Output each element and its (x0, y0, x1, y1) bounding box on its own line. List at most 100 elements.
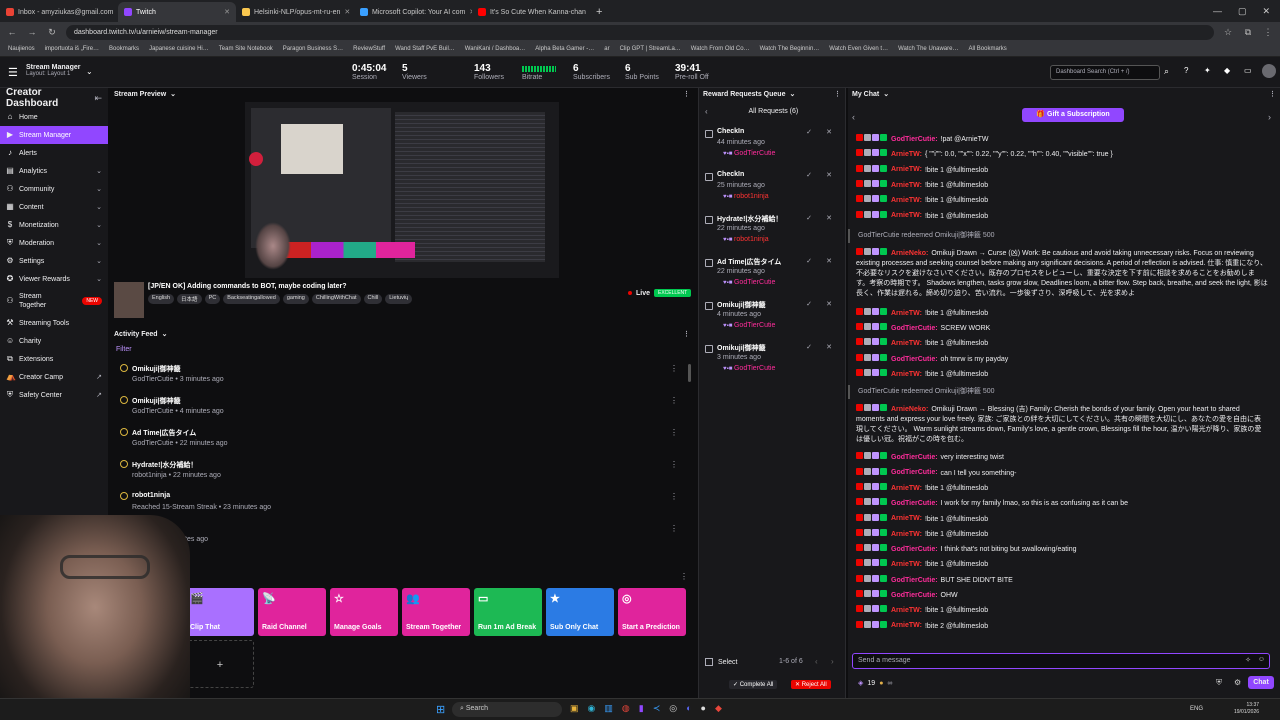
chat-message[interactable]: ArnieTW: !bite 1 @fulltimeslob (856, 164, 1268, 176)
sidebar-item-viewer-rewards[interactable]: ✪ Viewer Rewards ⌄ (0, 270, 108, 288)
activity-item[interactable]: Ad Time|広告タイム GodTierCutie • 22 minutes a… (118, 426, 678, 456)
request-checkbox[interactable] (705, 345, 713, 353)
chat-username[interactable]: GodTierCutie: (891, 136, 938, 143)
chat-username[interactable]: GodTierCutie: (891, 469, 938, 476)
chat-username[interactable]: ArnieTW: (891, 212, 922, 219)
filter-link[interactable]: Filter (116, 346, 132, 353)
chevron-left-icon[interactable]: ‹ (852, 112, 855, 122)
chat-message[interactable]: GodTierCutie: I think that's not biting b… (856, 544, 1268, 555)
stat-subscribers[interactable]: 6 Subscribers (573, 63, 610, 81)
close-window-icon[interactable]: ✕ (1262, 6, 1270, 17)
complete-all-button[interactable]: ✓ Complete All (729, 680, 778, 689)
chat-username[interactable]: ArnieNeko: (891, 250, 928, 257)
quick-action-manage-goals[interactable]: ☆ Manage Goals (330, 588, 398, 636)
sidebar-item-community[interactable]: ⚇ Community ⌄ (0, 180, 108, 198)
chat-username[interactable]: ArnieTW: (891, 607, 922, 614)
chat-username[interactable]: ArnieTW: (891, 515, 922, 522)
chevron-down-icon[interactable]: ⌄ (789, 90, 795, 98)
omikuji-message[interactable]: ArnieNeko: Omikuji Drawn → Blessing (吉) F… (856, 404, 1268, 445)
omikuji-message[interactable]: ArnieNeko: Omikuji Drawn → Curse (凶) Work… (856, 247, 1268, 299)
chat-message[interactable]: GodTierCutie: very interesting twist (856, 452, 1268, 463)
chat-message[interactable]: ArnieTW: !bite 1 @fulltimeslob (856, 210, 1268, 222)
discord-icon[interactable]: ◐ (686, 703, 691, 714)
request-checkbox[interactable] (705, 130, 713, 138)
collapse-icon[interactable]: ⇤ (94, 93, 102, 104)
quick-action-raid-channel[interactable]: 📡 Raid Channel (258, 588, 326, 636)
bookmark-item[interactable]: Watch The Beginnin… (760, 46, 820, 52)
sidebar-item-extensions[interactable]: ⧉ Extensions (0, 350, 108, 368)
tag[interactable]: Chill (363, 294, 383, 304)
bookmark-item[interactable]: Wand Staff PvE Buil… (395, 46, 455, 52)
chat-message[interactable]: ArnieTW: !bite 1 @fulltimeslob (856, 195, 1268, 206)
chat-message[interactable]: GodTierCutie: oh tmrw is my payday (856, 353, 1268, 365)
hamburger-icon[interactable]: ☰ (8, 66, 18, 79)
chat-username[interactable]: ArnieNeko: (891, 406, 928, 413)
chat-message[interactable]: GodTierCutie: SCREW WORK (856, 323, 1268, 334)
channel-points[interactable]: ◈ 19 ● ∞ (858, 679, 892, 688)
request-checkbox[interactable] (705, 216, 713, 224)
request-checkbox[interactable] (705, 259, 713, 267)
help-icon[interactable]: ? (1184, 66, 1188, 75)
store-icon[interactable]: ▥ (604, 703, 613, 714)
more-icon[interactable]: ⋮ (670, 492, 678, 501)
bookmark-item[interactable]: Naujienos (8, 46, 35, 52)
stat-bitrate[interactable]: Bitrate (522, 63, 556, 81)
activity-item[interactable]: Hydrate!|水分補給！ robot1ninja • 22 minutes a… (118, 458, 678, 488)
tag[interactable]: ChillingWithChat (311, 294, 361, 304)
close-icon[interactable]: ✕ (823, 256, 835, 268)
chat-username[interactable]: ArnieTW: (891, 340, 922, 347)
media-icon[interactable]: ◆ (715, 703, 722, 714)
stat-followers[interactable]: 143 Followers (474, 63, 504, 81)
menu-icon[interactable]: ⋮ (1262, 27, 1274, 38)
stat-viewers[interactable]: 5 Viewers (402, 63, 427, 81)
quick-action-clip-that[interactable]: 🎬 Clip That (186, 588, 254, 636)
close-icon[interactable]: ✕ (823, 299, 835, 311)
check-icon[interactable]: ✓ (803, 342, 815, 354)
magic-icon[interactable]: ✦ (1204, 66, 1211, 75)
bookmark-item[interactable]: All Bookmarks (968, 46, 1006, 52)
more-icon[interactable]: ⋮ (1269, 90, 1276, 98)
chat-message[interactable]: GodTierCutie: I work for my family lmao, … (856, 498, 1268, 509)
chat-message[interactable]: ArnieTW: !bite 1 @fulltimeslob (856, 528, 1268, 540)
chat-message[interactable]: ArnieTW: !bite 1 @fulltimeslob (856, 369, 1268, 380)
sidebar-item-safety-center[interactable]: ⛨ Safety Center ↗ (0, 386, 108, 404)
quick-action-run-1m-ad-break[interactable]: ▭ Run 1m Ad Break (474, 588, 542, 636)
more-icon[interactable]: ⋮ (670, 396, 678, 405)
taskbar-search[interactable]: ⌕ Search (452, 702, 562, 717)
bookmark-item[interactable]: Watch Even Given t… (829, 46, 888, 52)
tag[interactable]: Backseatingallowed (223, 294, 280, 304)
more-icon[interactable]: ⋮ (670, 460, 678, 469)
close-icon[interactable]: ✕ (344, 8, 350, 16)
check-icon[interactable]: ✓ (803, 213, 815, 225)
chevron-left-icon[interactable]: ‹ (815, 657, 818, 666)
more-icon[interactable]: ⋮ (670, 524, 678, 533)
bookmark-item[interactable]: Team Site Notebook (219, 46, 273, 52)
add-action-button[interactable]: + (186, 640, 254, 688)
bookmark-item[interactable]: importuota iš „Fire… (45, 46, 99, 52)
close-icon[interactable]: ✕ (823, 342, 835, 354)
activity-item[interactable]: robot1ninja Reached 15-Stream Streak • 23… (118, 490, 678, 520)
chat-username[interactable]: GodTierCutie: (891, 325, 938, 332)
minimize-icon[interactable]: — (1213, 6, 1222, 17)
more-icon[interactable]: ⋮ (670, 428, 678, 437)
chat-send-button[interactable]: Chat (1248, 676, 1274, 689)
browser-tab[interactable]: Microsoft Copilot: Your AI com✕ (354, 2, 472, 22)
code-icon[interactable]: ≺ (653, 703, 661, 714)
url-field[interactable]: dashboard.twitch.tv/u/arnieiw/stream-man… (66, 24, 1214, 40)
star-icon[interactable]: ☆ (1222, 27, 1234, 38)
twitch-app-icon[interactable]: ▮ (639, 703, 644, 714)
reward-request[interactable]: CheckIn 25 minutes ago ♥▪■ robot1ninja ✓ ✕ (703, 169, 843, 211)
chat-message[interactable]: ArnieTW: !bite 1 @fulltimeslob (856, 605, 1268, 616)
gift-subscription-button[interactable]: 🎁 Gift a Subscription (1022, 108, 1124, 122)
bookmark-item[interactable]: Japanese cuisine Hi… (149, 46, 209, 52)
browser-tab[interactable]: It's So Cute When Kanna-chan✕ (472, 2, 590, 22)
stat-sub-points[interactable]: 6 Sub Points (625, 63, 659, 81)
close-icon[interactable]: ✕ (823, 213, 835, 225)
bookmark-item[interactable]: WaniKani / Dashboa… (465, 46, 525, 52)
chat-message[interactable]: ArnieTW: !bite 1 @fulltimeslob (856, 338, 1268, 349)
chat-message[interactable]: GodTierCutie: BUT SHE DIDN'T BITE (856, 574, 1268, 586)
tag[interactable]: PC (204, 294, 221, 304)
tag[interactable]: 日本語 (177, 294, 202, 304)
more-icon[interactable]: ⋮ (680, 572, 688, 581)
sidebar-item-content[interactable]: ▦ Content ⌄ (0, 198, 108, 216)
